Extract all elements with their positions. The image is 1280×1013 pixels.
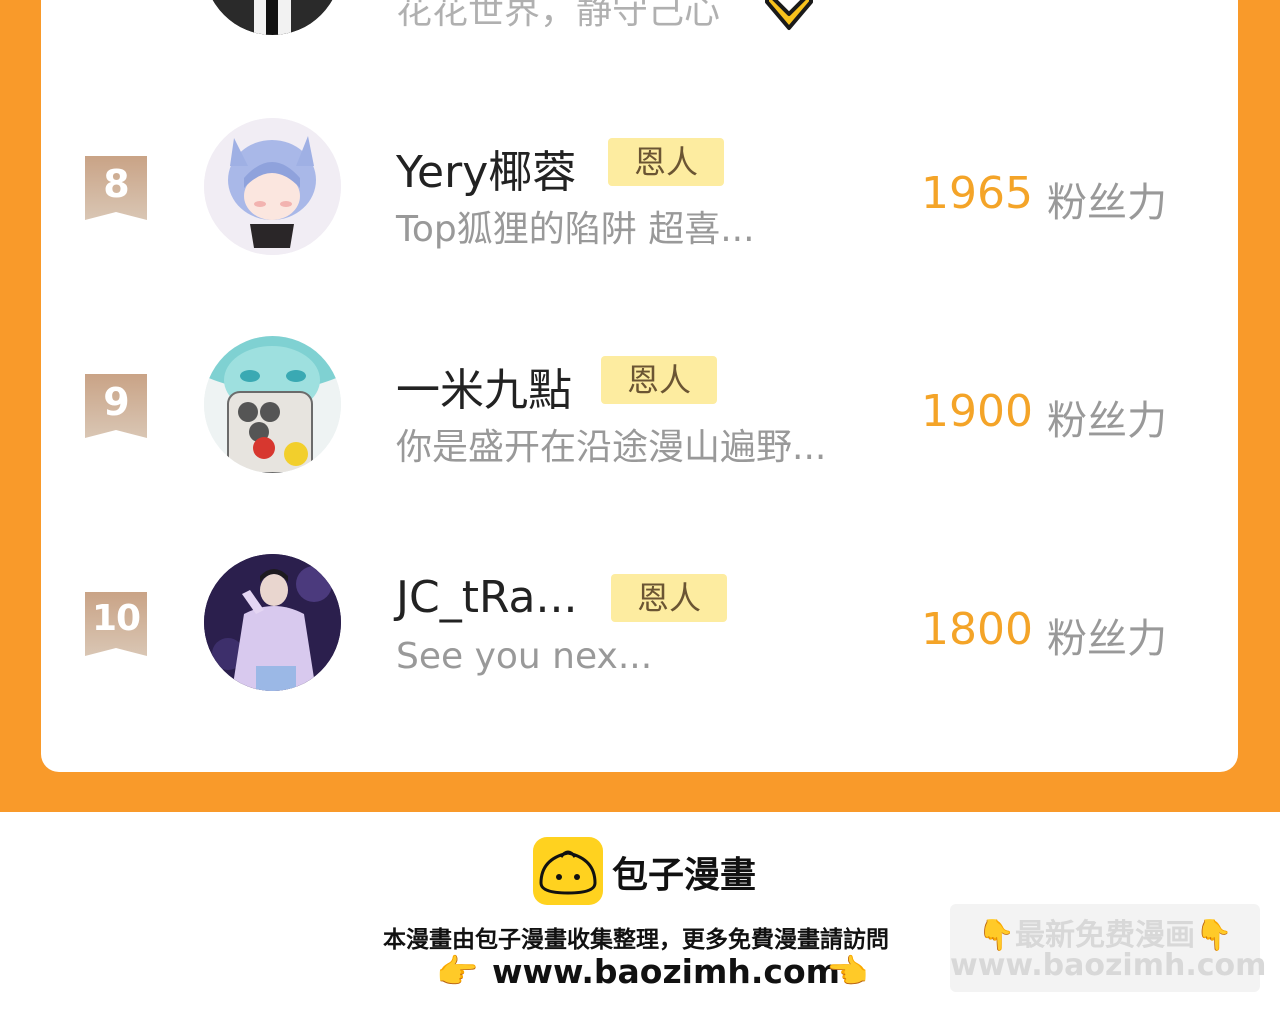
rank-number: 8 xyxy=(103,162,129,206)
fan-score: 1900 xyxy=(921,386,1033,437)
pointing-left-icon: 👈 xyxy=(826,952,869,992)
avatar[interactable] xyxy=(204,554,341,691)
fan-score: 1965 xyxy=(921,168,1033,219)
ranking-row[interactable]: 8 Yery椰蓉 恩人 Top狐狸的陷阱 超喜... 1965 粉丝力 xyxy=(41,118,1238,282)
baozi-logo-icon[interactable] xyxy=(533,837,603,905)
user-name[interactable]: 一米九點 xyxy=(396,354,572,418)
user-bio: See you nex... xyxy=(396,636,653,677)
rank-tag: 8 xyxy=(85,156,147,220)
fan-score-unit: 粉丝力 xyxy=(1047,616,1167,662)
fan-score-unit: 粉丝力 xyxy=(1047,398,1167,444)
yellow-heart-emoji-icon xyxy=(761,0,817,38)
ranking-row-partial[interactable]: 花花世界，静守己心 xyxy=(41,0,1238,80)
user-bio: 你是盛开在沿途漫山遍野... xyxy=(396,427,827,468)
fan-score: 1800 xyxy=(921,604,1033,655)
avatar[interactable] xyxy=(204,336,341,473)
footer-note: 本漫畫由包子漫畫收集整理，更多免費漫畫請訪問 xyxy=(383,927,889,953)
watermark-line2: www.baozimh.com xyxy=(950,948,1267,983)
avatar xyxy=(204,0,341,35)
ranking-row[interactable]: 10 JC_tRa... 恩人 See you nex... 1800 粉丝力 xyxy=(41,554,1238,718)
pointing-right-icon: 👉 xyxy=(436,952,479,992)
user-bio: 花花世界，静守己心 xyxy=(396,0,721,32)
ranking-card: 花花世界，静守己心 8 Yery椰蓉 恩人 Top狐狸的陷阱 超喜... 196… xyxy=(41,0,1238,772)
rank-tag: 10 xyxy=(85,592,147,656)
logo-text[interactable]: 包子漫畫 xyxy=(612,846,756,898)
footer: 包子漫畫 本漫畫由包子漫畫收集整理，更多免費漫畫請訪問 👉 www.baozim… xyxy=(0,812,1280,1013)
user-name[interactable]: JC_tRa... xyxy=(396,572,577,623)
fan-score-unit: 粉丝力 xyxy=(1047,180,1167,226)
watermark: 👇最新免费漫画👇 www.baozimh.com xyxy=(950,904,1267,992)
site-url-link[interactable]: www.baozimh.com xyxy=(492,952,840,991)
rank-number: 9 xyxy=(103,380,129,424)
rank-tag: 9 xyxy=(85,374,147,438)
supporter-badge: 恩人 xyxy=(611,574,728,622)
user-bio: Top狐狸的陷阱 超喜... xyxy=(396,209,755,250)
ranking-row[interactable]: 9 一米九點 恩人 你是盛开在沿途漫山遍野... 1900 粉丝力 xyxy=(41,336,1238,500)
supporter-badge: 恩人 xyxy=(601,356,718,404)
avatar[interactable] xyxy=(204,118,341,255)
supporter-badge: 恩人 xyxy=(608,138,725,186)
user-name[interactable]: Yery椰蓉 xyxy=(396,136,576,200)
rank-number: 10 xyxy=(91,598,141,639)
